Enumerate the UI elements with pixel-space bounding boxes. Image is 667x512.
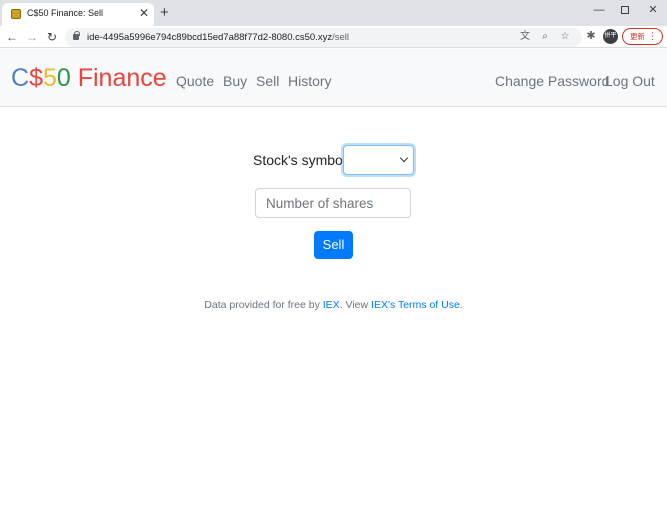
url-text[interactable]: ide-4495a5996e794c89bcd15ed7a88f77d2-808… bbox=[87, 32, 349, 43]
maximize-icon[interactable] bbox=[615, 2, 635, 18]
new-tab-icon[interactable]: + bbox=[160, 5, 169, 20]
address-bar[interactable]: ide-4495a5996e794c89bcd15ed7a88f77d2-808… bbox=[65, 28, 582, 47]
shares-input[interactable] bbox=[255, 188, 411, 218]
brand-logo[interactable]: C$50 Finance bbox=[11, 63, 167, 93]
lock-icon[interactable] bbox=[73, 31, 80, 40]
extensions-icon[interactable]: ✱ bbox=[584, 29, 598, 43]
back-icon[interactable]: ← bbox=[4, 29, 20, 45]
iex-link[interactable]: IEX bbox=[323, 299, 340, 311]
footer-prefix: Data provided for free by bbox=[204, 299, 323, 311]
terms-link[interactable]: IEX's Terms of Use bbox=[371, 299, 460, 311]
symbol-label: Stock's symbol : bbox=[253, 152, 354, 168]
brand-letter-c: C bbox=[11, 64, 30, 92]
footer-suffix: . bbox=[459, 299, 463, 311]
nav-sell[interactable]: Sell bbox=[256, 73, 279, 89]
close-icon[interactable]: ✕ bbox=[139, 6, 149, 20]
site-navbar: C$50 Finance Quote Buy Sell History Chan… bbox=[0, 49, 667, 107]
kebab-menu-icon: ⋮ bbox=[648, 31, 657, 41]
zoom-icon[interactable]: ⌕ bbox=[538, 30, 552, 44]
favicon-icon bbox=[11, 9, 21, 19]
footer-middle: . View bbox=[339, 299, 372, 311]
url-path: /sell bbox=[332, 32, 349, 43]
update-button[interactable]: 更新 ⋮ bbox=[622, 28, 663, 45]
url-host: ide-4495a5996e794c89bcd15ed7a88f77d2-808… bbox=[87, 32, 333, 43]
tab-title: C$50 Finance: Sell bbox=[27, 8, 104, 18]
nav-change-password[interactable]: Change Password bbox=[495, 73, 609, 89]
brand-word: Finance bbox=[70, 64, 167, 92]
nav-quote[interactable]: Quote bbox=[176, 73, 214, 89]
reload-icon[interactable]: ↻ bbox=[44, 29, 60, 45]
forward-icon[interactable]: → bbox=[24, 29, 40, 45]
translate-icon[interactable]: 文 bbox=[518, 30, 532, 44]
nav-history[interactable]: History bbox=[288, 73, 332, 89]
brand-letter-zero: 0 bbox=[56, 64, 71, 92]
sell-button[interactable]: Sell bbox=[314, 231, 353, 259]
brand-letter-five: 5 bbox=[42, 64, 57, 92]
update-label: 更新 bbox=[630, 32, 645, 41]
browser-tab-strip: C$50 Finance: Sell ✕ + — ✕ bbox=[0, 0, 667, 26]
avatar[interactable]: 拼平 bbox=[603, 29, 618, 44]
minimize-icon[interactable]: — bbox=[589, 2, 609, 18]
window-close-icon[interactable]: ✕ bbox=[643, 2, 663, 18]
browser-tab[interactable]: C$50 Finance: Sell ✕ bbox=[2, 3, 154, 26]
symbol-select[interactable] bbox=[343, 145, 414, 175]
footer: Data provided for free by IEX. View IEX'… bbox=[0, 299, 667, 311]
nav-logout[interactable]: Log Out bbox=[605, 73, 655, 89]
star-icon[interactable]: ☆ bbox=[558, 30, 572, 44]
nav-buy[interactable]: Buy bbox=[223, 73, 247, 89]
browser-toolbar: ← → ↻ ide-4495a5996e794c89bcd15ed7a88f77… bbox=[0, 26, 667, 48]
brand-letter-dollar: $ bbox=[29, 64, 43, 92]
chevron-down-icon bbox=[399, 153, 409, 163]
